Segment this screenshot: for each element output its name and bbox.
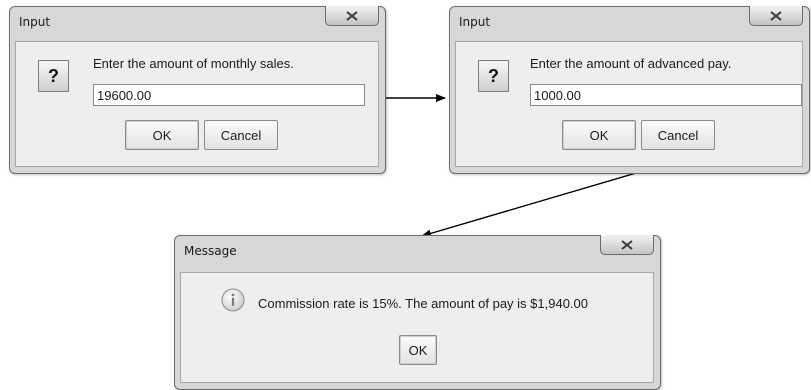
cancel-button[interactable]: Cancel [641,120,715,150]
dialog-content: Commission rate is 15%. The amount of pa… [180,272,654,383]
close-button[interactable] [749,6,803,26]
advanced-pay-input[interactable] [530,84,802,106]
dialog-title: Input [19,15,51,29]
monthly-sales-input[interactable] [93,84,365,106]
ok-button[interactable]: OK [562,120,636,150]
close-icon [770,10,782,21]
dialog-title: Input [459,15,491,29]
dialog-content: ? Enter the amount of monthly sales. OK … [15,41,379,167]
dialog-content: ? Enter the amount of advanced pay. OK C… [455,41,803,167]
question-icon: ? [38,60,69,92]
close-button[interactable] [600,235,654,255]
ok-button[interactable]: OK [125,120,199,150]
question-icon: ? [478,60,509,92]
ok-button[interactable]: OK [399,335,437,365]
close-icon [621,239,633,250]
cancel-button[interactable]: Cancel [204,120,278,150]
pay-input-dialog: Input ? Enter the amount of advanced pay… [449,6,810,174]
prompt-label: Enter the amount of monthly sales. [93,56,294,71]
close-button[interactable] [325,6,379,26]
info-icon [221,288,245,312]
prompt-label: Enter the amount of advanced pay. [530,56,732,71]
arrow-pay-to-message [421,172,637,238]
close-icon [346,10,358,21]
message-text: Commission rate is 15%. The amount of pa… [258,296,588,311]
sales-input-dialog: Input ? Enter the amount of monthly sale… [9,6,386,174]
message-dialog: Message Commission rate is 15%. The amou… [174,235,661,390]
dialog-title: Message [184,244,237,258]
